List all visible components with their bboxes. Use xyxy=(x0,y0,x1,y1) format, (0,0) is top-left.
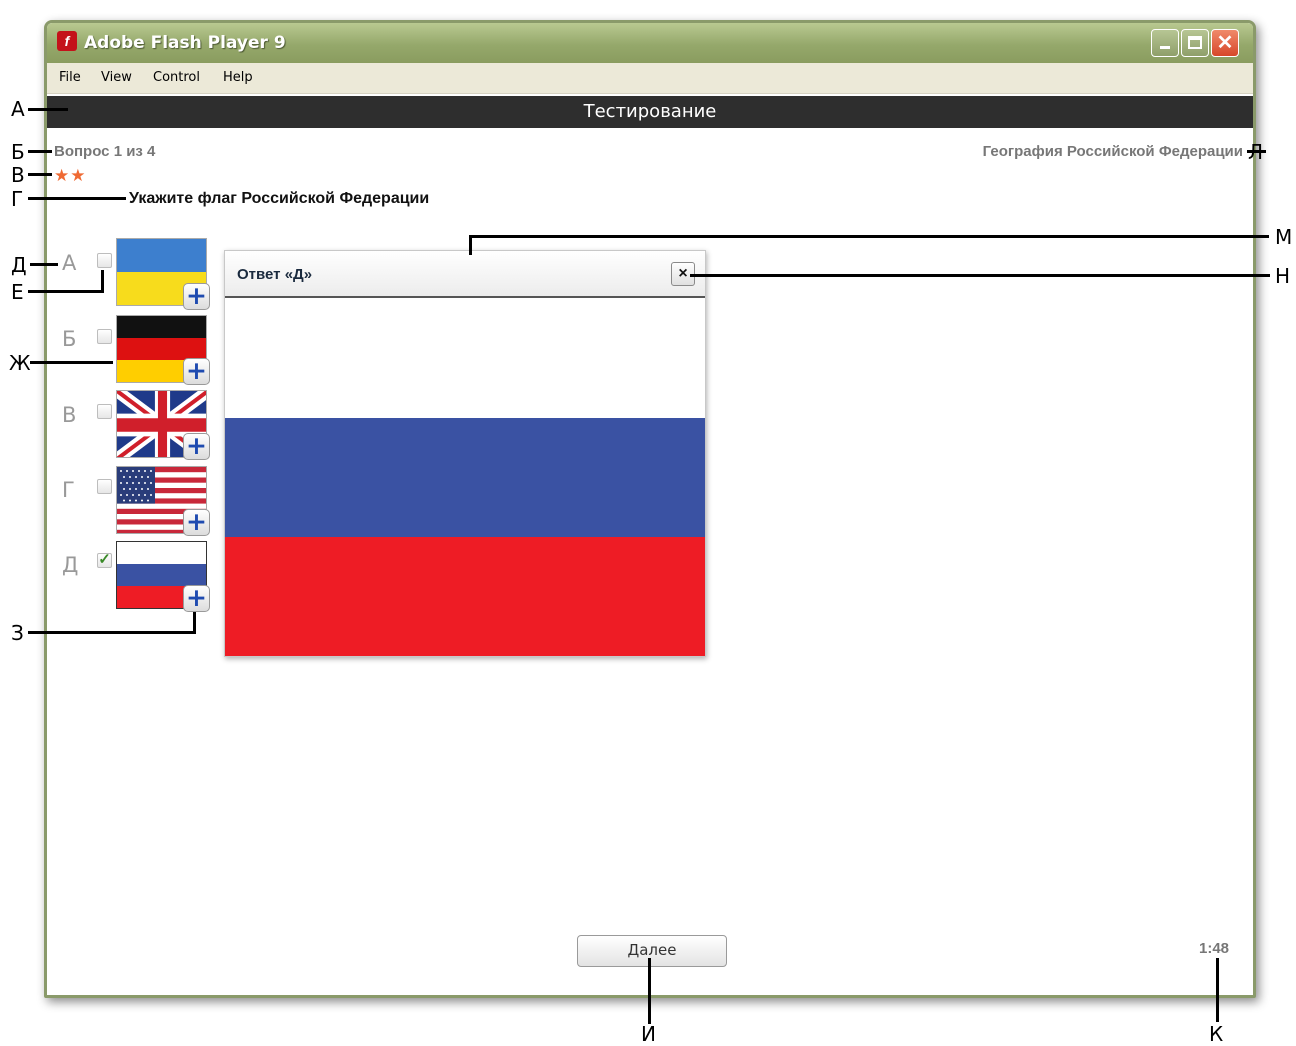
close-icon: ✕ xyxy=(1216,32,1234,54)
popup-header[interactable]: Ответ «Д» × xyxy=(225,251,705,298)
close-window-button[interactable]: ✕ xyxy=(1211,29,1239,57)
callout-line xyxy=(28,108,68,111)
callout-line xyxy=(1247,150,1266,153)
question-text: Укажите флаг Российской Федерации xyxy=(129,190,430,207)
option-checkbox-v[interactable] xyxy=(97,404,112,419)
callout-line xyxy=(469,235,1269,238)
minimize-icon xyxy=(1160,46,1170,49)
callout-line xyxy=(101,270,104,293)
callout-m: М xyxy=(1275,225,1293,249)
popup-title: Ответ «Д» xyxy=(237,266,313,283)
callout-zh: Ж xyxy=(9,351,31,375)
option-checkbox-b[interactable] xyxy=(97,329,112,344)
callout-line xyxy=(690,274,1270,277)
option-letter-v: В xyxy=(62,403,77,427)
callout-k: К xyxy=(1209,1022,1224,1046)
menu-file[interactable]: File xyxy=(59,70,81,85)
menu-control[interactable]: Control xyxy=(153,70,200,85)
flash-player-window: f Adobe Flash Player 9 ✕ File View Contr… xyxy=(44,20,1256,998)
option-letter-g: Г xyxy=(62,478,75,502)
callout-i: И xyxy=(641,1022,656,1046)
menu-bar: File View Control Help xyxy=(47,63,1253,94)
callout-line xyxy=(28,290,104,293)
option-checkbox-a[interactable] xyxy=(97,253,112,268)
callout-line xyxy=(28,173,52,176)
callout-z: З xyxy=(11,621,24,645)
zoom-plus-button[interactable]: + xyxy=(183,585,210,612)
zoom-plus-button[interactable]: + xyxy=(183,358,210,385)
callout-line xyxy=(648,958,651,1024)
question-counter: Вопрос 1 из 4 xyxy=(54,143,156,160)
test-header: Тестирование xyxy=(47,96,1253,128)
zoom-plus-button[interactable]: + xyxy=(183,283,210,310)
callout-b: Б xyxy=(11,140,25,164)
callout-line xyxy=(1216,958,1219,1022)
callout-a: А xyxy=(11,97,25,121)
timer: 1:48 xyxy=(1199,940,1230,957)
callout-line xyxy=(28,150,52,153)
option-checkbox-g[interactable] xyxy=(97,479,112,494)
answer-preview-popup: Ответ «Д» × xyxy=(224,250,706,657)
option-letter-b: Б xyxy=(62,327,77,351)
maximize-button[interactable] xyxy=(1181,29,1209,57)
callout-line xyxy=(28,631,196,634)
callout-line xyxy=(193,612,196,634)
zoom-plus-button[interactable]: + xyxy=(183,509,210,536)
menu-help[interactable]: Help xyxy=(223,70,253,85)
callout-v: В xyxy=(11,163,25,187)
flag-russia-large xyxy=(225,298,705,656)
callout-e: Е xyxy=(11,280,24,304)
next-button[interactable]: Далее xyxy=(577,935,727,967)
option-letter-a: А xyxy=(62,251,77,275)
callout-d: Д xyxy=(11,253,27,277)
callout-n: Н xyxy=(1275,264,1291,288)
window-title: Adobe Flash Player 9 xyxy=(84,33,286,53)
difficulty-stars: ★★ xyxy=(54,166,87,185)
flash-icon: f xyxy=(57,31,77,51)
menu-view[interactable]: View xyxy=(101,70,132,85)
zoom-plus-button[interactable]: + xyxy=(183,433,210,460)
maximize-icon xyxy=(1188,36,1202,49)
callout-g: Г xyxy=(11,187,24,211)
callout-line xyxy=(30,263,58,266)
callout-line xyxy=(30,361,113,364)
minimize-button[interactable] xyxy=(1151,29,1179,57)
callout-line xyxy=(28,197,126,200)
option-letter-d: Д xyxy=(62,553,79,577)
option-checkbox-d[interactable]: ✓ xyxy=(97,552,112,568)
title-bar[interactable]: f Adobe Flash Player 9 ✕ xyxy=(47,23,1253,63)
topic-title: География Российской Федерации xyxy=(982,143,1243,160)
callout-line xyxy=(469,235,472,255)
